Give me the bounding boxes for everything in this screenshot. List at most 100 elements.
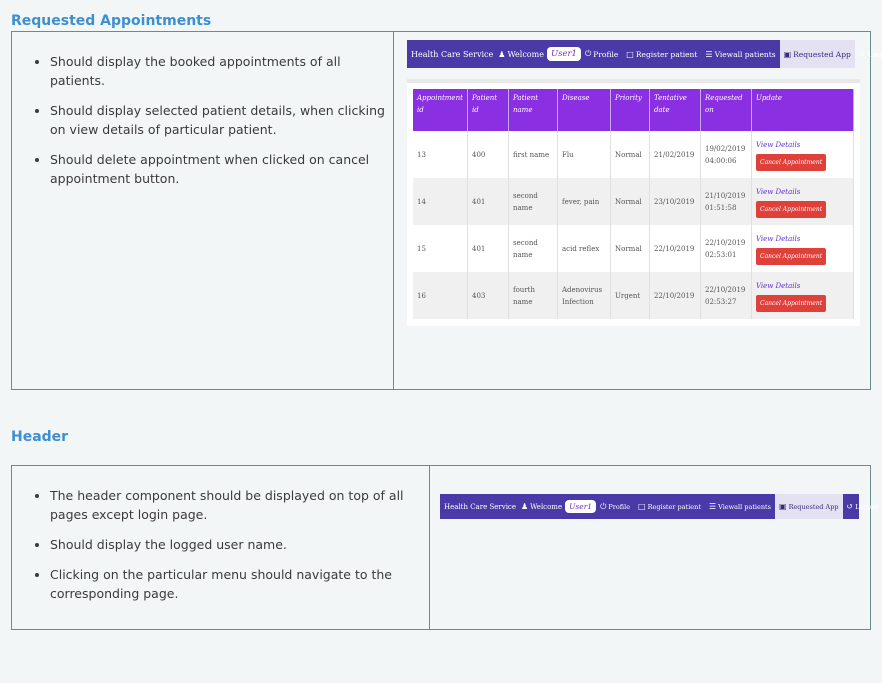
tentative-date-cell: 23/10/2019 (649, 178, 701, 225)
requested-date: 19/02/2019 (705, 144, 746, 153)
nav-item-viewall-patients[interactable]: ☰ Viewall patients (701, 40, 779, 68)
column-header: Patient id (467, 89, 509, 131)
requested-time: 04:00:06 (705, 156, 737, 165)
view-details-link[interactable]: View Details (756, 280, 849, 292)
cancel-appointment-button[interactable]: Cancel Appointment (756, 247, 827, 265)
nav-menu: ⏻ Profile □ Register patient ☰ Viewall pati… (581, 40, 882, 68)
requirements-list: Should display the booked appointments o… (12, 52, 390, 199)
update-cell: View Details Cancel Appointment (751, 178, 854, 225)
disease-cell: fever, pain (557, 178, 611, 225)
disease-cell: acid reflex (557, 225, 611, 272)
nav-item-label: Logout (855, 502, 879, 511)
power-icon: ⏻ (600, 501, 607, 511)
nav-item-label: Profile (608, 502, 631, 511)
priority-cell: Normal (610, 225, 650, 272)
column-header: Update (751, 89, 854, 131)
view-details-link[interactable]: View Details (756, 186, 849, 198)
requested-appointments-box: Should display the booked appointments o… (11, 31, 882, 390)
header-box: The header component should be displayed… (11, 465, 878, 630)
welcome-text: ♟ Welcome User1 (498, 47, 581, 61)
nav-item-label: Register patient (635, 49, 698, 59)
table-row: 15 401 second name acid reflex Normal 22… (413, 225, 854, 272)
welcome-label: Welcome (507, 49, 544, 59)
requirements-list: The header component should be displayed… (12, 486, 415, 614)
user-badge: User1 (565, 500, 597, 513)
nav-item-label: Viewall patients (718, 502, 771, 511)
nav-item-requested-app[interactable]: ▣ Requested App (775, 494, 843, 519)
cancel-appointment-button[interactable]: Cancel Appointment (756, 294, 827, 312)
nav-item-viewall-patients[interactable]: ☰ Viewall patients (705, 494, 775, 519)
list-item: The header component should be displayed… (50, 486, 415, 524)
nav-item-label: Viewall patients (714, 49, 776, 59)
requested-on-cell: 21/10/2019 01:51:58 (700, 178, 752, 225)
column-header: Priority (610, 89, 650, 131)
nav-item-logout[interactable]: ↺Logout (843, 494, 882, 519)
update-cell: View Details Cancel Appointment (751, 272, 854, 319)
list-item: Clicking on the particular menu should n… (50, 565, 415, 603)
nav-item-logout[interactable]: ↺Logout (855, 40, 882, 68)
appointments-table-wrapper: Appointment id Patient id Patient name D… (407, 79, 860, 326)
requested-time: 01:51:58 (705, 203, 737, 212)
disease-cell: Flu (557, 131, 611, 178)
calendar-icon: □ (626, 49, 634, 59)
disease-cell: Adenovirus Infection (557, 272, 611, 319)
list-icon: ☰ (708, 502, 717, 511)
priority-cell: Normal (610, 178, 650, 225)
appointment-id-cell: 14 (413, 178, 468, 225)
view-details-link[interactable]: View Details (756, 139, 849, 151)
app-brand[interactable]: Health Care Service (411, 50, 493, 59)
requested-date: 21/10/2019 (705, 191, 746, 200)
table-row: 14 401 second name fever, pain Normal 23… (413, 178, 854, 225)
table-row: 16 403 fourth name Adenovirus Infection … (413, 272, 854, 319)
nav-item-label: Register patient (647, 502, 701, 511)
nav-item-profile[interactable]: ⏻ Profile (596, 494, 634, 519)
view-details-link[interactable]: View Details (756, 233, 849, 245)
appointment-id-cell: 15 (413, 225, 468, 272)
patient-id-cell: 403 (467, 272, 509, 319)
app-brand[interactable]: Health Care Service (444, 503, 516, 511)
calendar-icon: ▣ (779, 502, 787, 511)
appointment-id-cell: 16 (413, 272, 468, 319)
patient-name-cell: first name (508, 131, 558, 178)
app-navbar: Health Care Service ♟ Welcome User1 ⏻ Pro… (440, 494, 878, 519)
section-title-header: Header (11, 429, 69, 445)
column-header: Disease (557, 89, 611, 131)
tentative-date-cell: 21/02/2019 (649, 131, 701, 178)
nav-item-label: Profile (593, 49, 619, 59)
welcome-text: ♟ Welcome User1 (521, 500, 597, 513)
column-divider (429, 466, 430, 629)
requested-time: 02:53:01 (705, 250, 737, 259)
nav-item-profile[interactable]: ⏻ Profile (581, 40, 622, 68)
column-header: Tentative date (649, 89, 701, 131)
cancel-appointment-button[interactable]: Cancel Appointment (756, 153, 827, 171)
welcome-label: Welcome (530, 502, 563, 511)
nav-item-label: Requested App (793, 49, 851, 59)
requested-on-cell: 19/02/2019 04:00:06 (700, 131, 752, 178)
update-cell: View Details Cancel Appointment (751, 131, 854, 178)
requested-on-cell: 22/10/2019 02:53:27 (700, 272, 752, 319)
user-badge: User1 (546, 47, 581, 61)
column-header: Requested on (700, 89, 752, 131)
patient-name-cell: fourth name (508, 272, 558, 319)
nav-menu: ⏻ Profile □ Register patient ☰ Viewall pati… (596, 494, 882, 519)
logout-icon: ↺ (846, 502, 854, 511)
patient-id-cell: 400 (467, 131, 509, 178)
nav-item-label: Logout (867, 49, 882, 59)
person-icon: ♟ (498, 49, 506, 59)
list-item: Should display the booked appointments o… (50, 52, 390, 90)
list-icon: ☰ (705, 49, 713, 59)
nav-item-label: Requested App (788, 502, 839, 511)
calendar-icon: □ (638, 502, 646, 511)
table-header-row: Appointment id Patient id Patient name D… (413, 89, 854, 131)
nav-item-register-patient[interactable]: □ Register patient (634, 494, 705, 519)
patient-name-cell: second name (508, 178, 558, 225)
nav-item-requested-app[interactable]: ▣ Requested App (779, 40, 855, 68)
nav-item-register-patient[interactable]: □ Register patient (622, 40, 701, 68)
table-row: 13 400 first name Flu Normal 21/02/2019 … (413, 131, 854, 178)
tentative-date-cell: 22/10/2019 (649, 225, 701, 272)
list-item: Should display the logged user name. (50, 535, 415, 554)
patient-name-cell: second name (508, 225, 558, 272)
person-icon: ♟ (521, 502, 529, 511)
cancel-appointment-button[interactable]: Cancel Appointment (756, 200, 827, 218)
calendar-icon: ▣ (783, 49, 792, 59)
